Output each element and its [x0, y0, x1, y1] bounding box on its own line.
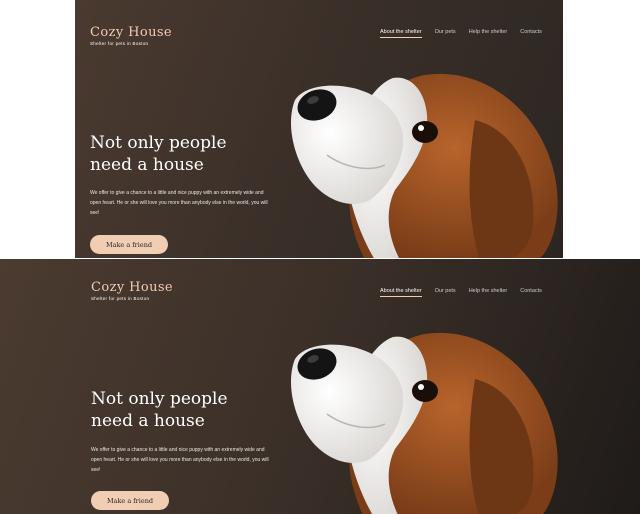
nav-link-contacts[interactable]: Contacts: [520, 288, 542, 297]
beagle-puppy-photo: [290, 332, 558, 514]
brand-logo[interactable]: Cozy House Shelter for pets in Boston: [91, 280, 173, 301]
brand-logo[interactable]: Cozy House Shelter for pets in Boston: [90, 25, 172, 46]
hero-headline: Not only people need a house: [91, 389, 228, 431]
hero-description: We offer to give a chance to a little an…: [90, 190, 268, 216]
make-a-friend-button[interactable]: Make a friend: [91, 491, 169, 510]
nav-link-contacts[interactable]: Contacts: [520, 29, 542, 38]
hero-section-top: Cozy House Shelter for pets in Boston Ab…: [75, 0, 563, 258]
make-a-friend-button[interactable]: Make a friend: [90, 235, 168, 254]
logo-title: Cozy House: [91, 280, 173, 295]
main-nav: About the shelter Our pets Help the shel…: [380, 288, 542, 297]
hero-headline: Not only people need a house: [90, 133, 227, 175]
hero-section-bottom: Cozy House Shelter for pets in Boston Ab…: [0, 259, 640, 514]
nav-link-our-pets[interactable]: Our pets: [435, 288, 456, 297]
hero-description: We offer to give a chance to a little an…: [91, 447, 269, 473]
main-nav: About the shelter Our pets Help the shel…: [380, 29, 542, 38]
nav-link-help-shelter[interactable]: Help the shelter: [469, 288, 508, 297]
nav-link-about-shelter[interactable]: About the shelter: [380, 29, 422, 38]
nav-link-help-shelter[interactable]: Help the shelter: [469, 29, 508, 38]
nav-link-about-shelter[interactable]: About the shelter: [380, 288, 422, 297]
logo-title: Cozy House: [90, 25, 172, 40]
logo-subtitle: Shelter for pets in Boston: [90, 41, 149, 46]
beagle-puppy-photo: [290, 73, 558, 258]
logo-subtitle: Shelter for pets in Boston: [91, 296, 150, 301]
nav-link-our-pets[interactable]: Our pets: [435, 29, 456, 38]
